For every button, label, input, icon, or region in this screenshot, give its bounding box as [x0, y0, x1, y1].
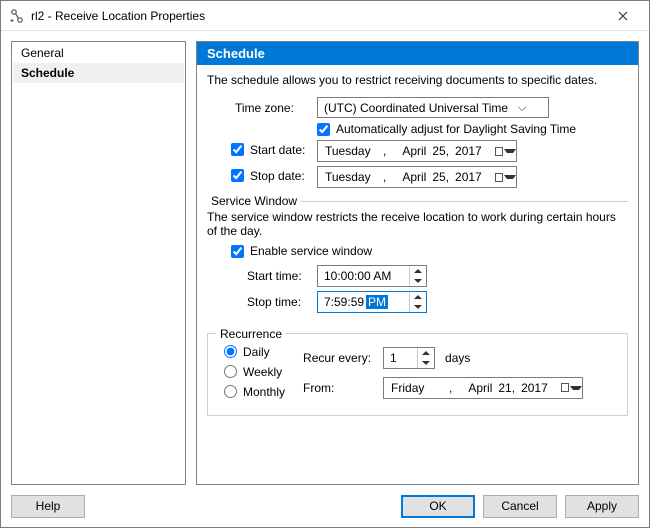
cancel-button[interactable]: Cancel	[483, 495, 557, 518]
dst-row: Automatically adjust for Daylight Saving…	[207, 122, 628, 136]
recur-every-unit: days	[435, 351, 470, 365]
recurrence-radios: Daily Weekly Monthly	[216, 345, 285, 399]
stop-time-label: Stop time:	[207, 295, 317, 309]
window-title: rl2 - Receive Location Properties	[31, 9, 603, 23]
recurrence-settings: Recur every: 1 days From:	[303, 345, 583, 407]
close-button[interactable]	[603, 2, 643, 30]
panel-description: The schedule allows you to restrict rece…	[207, 73, 628, 87]
help-button[interactable]: Help	[11, 495, 85, 518]
stop-time-ampm-selected: PM	[366, 295, 388, 309]
start-date-checkbox[interactable]: Start date:	[231, 143, 305, 157]
stop-date-row: Stop date: Tuesday, April 25, 2017	[207, 166, 628, 188]
calendar-dropdown-icon[interactable]	[496, 147, 514, 156]
recur-every-label: Recur every:	[303, 351, 383, 365]
stop-time-input[interactable]: 7:59:59 PM	[317, 291, 427, 313]
enable-service-window-input[interactable]	[231, 245, 244, 258]
stop-date-picker[interactable]: Tuesday, April 25, 2017	[317, 166, 517, 188]
chevron-down-icon: ⌵	[514, 100, 530, 115]
recurrence-daily[interactable]: Daily	[224, 345, 285, 359]
stop-date-checkbox[interactable]: Stop date:	[231, 169, 305, 183]
calendar-dropdown-icon[interactable]	[562, 383, 580, 392]
enable-service-window-checkbox[interactable]: Enable service window	[207, 244, 372, 258]
dialog-buttons: Help OK Cancel Apply	[1, 485, 649, 527]
dialog-window: rl2 - Receive Location Properties Genera…	[0, 0, 650, 528]
close-icon	[618, 11, 628, 21]
dst-checkbox-input[interactable]	[317, 123, 330, 136]
panel-title: Schedule	[197, 42, 638, 65]
spinner-icon[interactable]	[409, 266, 426, 286]
recur-every-input[interactable]: 1	[383, 347, 435, 369]
service-window-group: Service Window The service window restri…	[207, 194, 628, 321]
stop-date-checkbox-input[interactable]	[231, 169, 244, 182]
ok-button[interactable]: OK	[401, 495, 475, 518]
service-window-description: The service window restricts the receive…	[207, 210, 628, 238]
panel-body: The schedule allows you to restrict rece…	[197, 65, 638, 424]
timezone-label: Time zone:	[207, 101, 317, 115]
enable-service-window-label: Enable service window	[250, 244, 372, 258]
recur-from-date-picker[interactable]: Friday, April 21, 2017	[383, 377, 583, 399]
start-time-label: Start time:	[207, 269, 317, 283]
recur-from-label: From:	[303, 381, 383, 395]
spinner-icon[interactable]	[409, 292, 426, 312]
start-date-row: Start date: Tuesday, April 25, 2017	[207, 140, 628, 162]
schedule-panel: Schedule The schedule allows you to rest…	[196, 41, 639, 485]
category-sidebar: General Schedule	[11, 41, 186, 485]
stop-date-label: Stop date:	[250, 169, 305, 183]
spinner-icon[interactable]	[417, 348, 434, 368]
start-date-label: Start date:	[250, 143, 305, 157]
timezone-combo[interactable]: (UTC) Coordinated Universal Time ⌵	[317, 97, 549, 118]
dst-label: Automatically adjust for Daylight Saving…	[336, 122, 576, 136]
apply-button[interactable]: Apply	[565, 495, 639, 518]
service-window-legend: Service Window	[207, 194, 301, 208]
start-date-picker[interactable]: Tuesday, April 25, 2017	[317, 140, 517, 162]
recurrence-group: Recurrence Daily Weekly Monthly Recur ev…	[207, 327, 628, 416]
start-date-checkbox-input[interactable]	[231, 143, 244, 156]
sidebar-item-general[interactable]: General	[13, 43, 184, 63]
stop-time-row: Stop time: 7:59:59 PM	[207, 291, 628, 313]
sidebar-item-schedule[interactable]: Schedule	[13, 63, 184, 83]
app-icon	[9, 8, 25, 24]
start-time-input[interactable]: 10:00:00 AM	[317, 265, 427, 287]
recurrence-weekly[interactable]: Weekly	[224, 365, 285, 379]
dst-checkbox[interactable]: Automatically adjust for Daylight Saving…	[317, 122, 576, 136]
titlebar: rl2 - Receive Location Properties	[1, 1, 649, 31]
timezone-row: Time zone: (UTC) Coordinated Universal T…	[207, 97, 628, 118]
recurrence-legend: Recurrence	[216, 327, 286, 341]
start-time-row: Start time: 10:00:00 AM	[207, 265, 628, 287]
calendar-dropdown-icon[interactable]	[496, 173, 514, 182]
timezone-value: (UTC) Coordinated Universal Time	[324, 101, 508, 115]
recurrence-monthly[interactable]: Monthly	[224, 385, 285, 399]
dialog-body: General Schedule Schedule The schedule a…	[1, 31, 649, 485]
